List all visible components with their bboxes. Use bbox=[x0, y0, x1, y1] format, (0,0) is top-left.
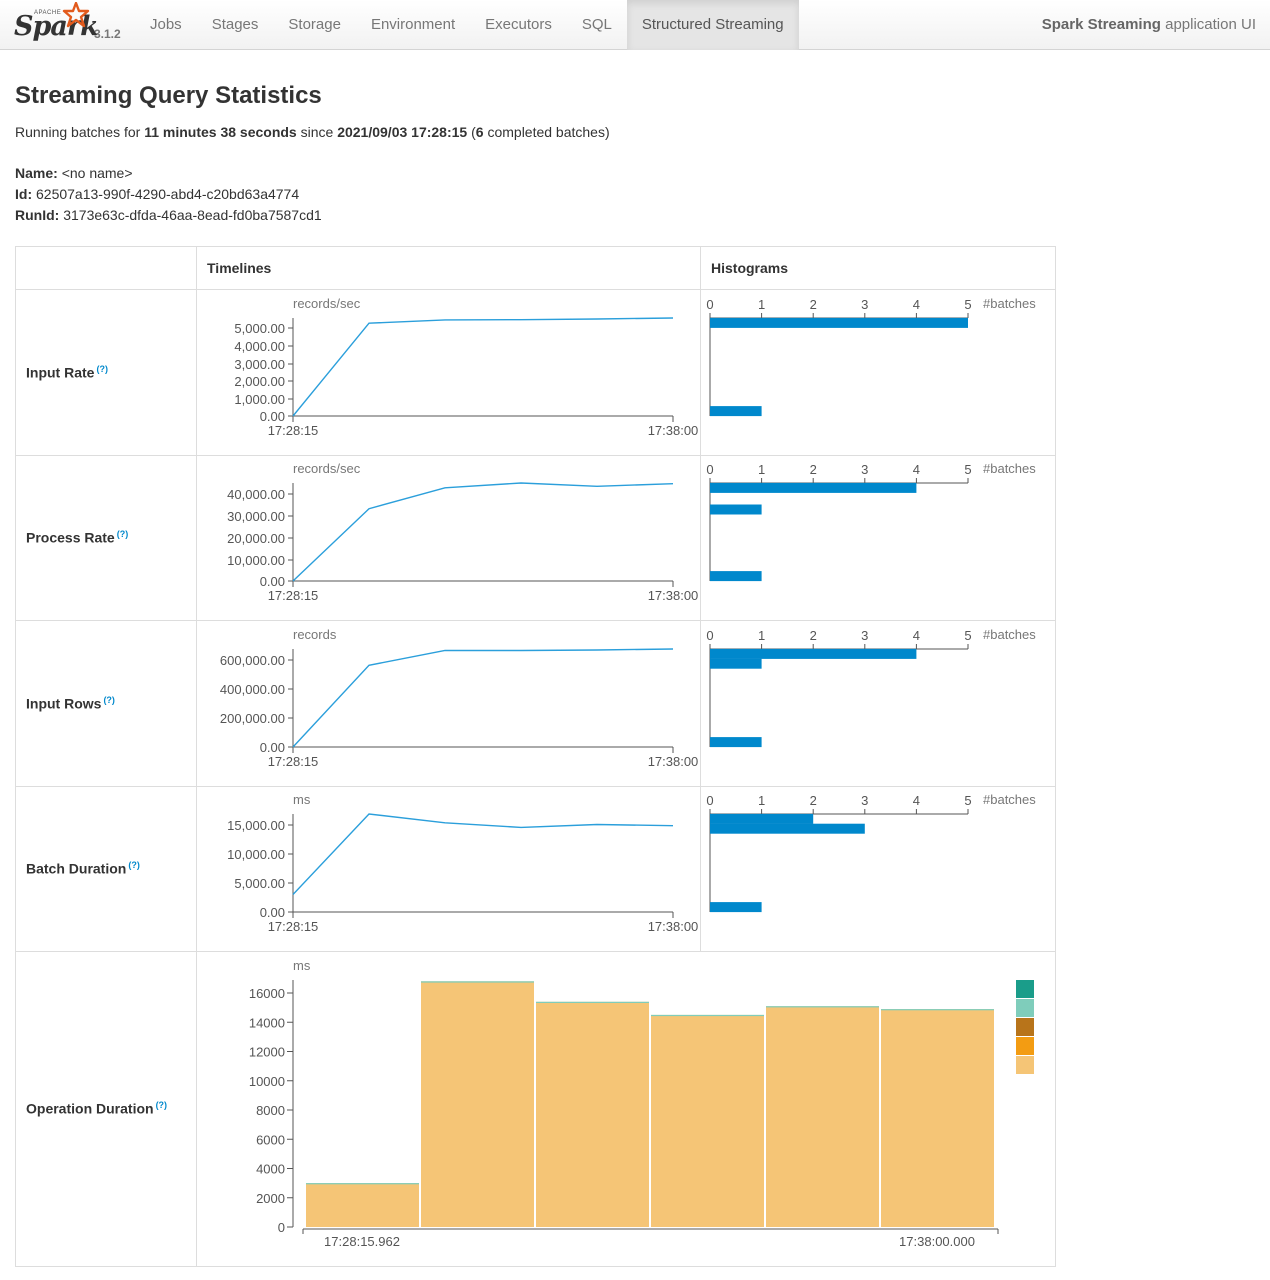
batch-duration-label: Batch Duration bbox=[26, 860, 127, 877]
row-label-process-rate: Process Rate (?) bbox=[26, 529, 128, 546]
row-label-input-rate: Input Rate (?) bbox=[26, 364, 108, 381]
run-summary: Running batches for 11 minutes 38 second… bbox=[15, 124, 610, 140]
name-value: <no name> bbox=[61, 165, 133, 181]
row-divider bbox=[16, 786, 1055, 787]
process-rate-label: Process Rate bbox=[26, 529, 115, 546]
app-name: Spark Streaming bbox=[1041, 16, 1161, 33]
nav-environment[interactable]: Environment bbox=[356, 0, 470, 50]
name-label: Name: bbox=[15, 165, 58, 181]
histograms-header: Histograms bbox=[711, 260, 789, 276]
operation-duration-label: Operation Duration bbox=[26, 1100, 154, 1117]
stats-table: Timelines Histograms Input Rate (?) Proce… bbox=[15, 246, 1056, 1267]
summary-since: since bbox=[300, 124, 334, 140]
query-name: Name: <no name> bbox=[15, 165, 133, 181]
nav-executors[interactable]: Executors bbox=[470, 0, 567, 50]
id-label: Id: bbox=[15, 186, 33, 202]
input-rate-label: Input Rate bbox=[26, 364, 95, 381]
summary-duration: 11 minutes 38 seconds bbox=[144, 124, 297, 140]
summary-completed-count: 6 bbox=[475, 124, 484, 140]
app-title: Spark Streaming application UI bbox=[1042, 0, 1256, 49]
col-divider bbox=[700, 247, 701, 952]
input-rows-label: Input Rows bbox=[26, 695, 102, 712]
timelines-header: Timelines bbox=[207, 260, 272, 276]
nav-sql[interactable]: SQL bbox=[567, 0, 627, 50]
row-divider bbox=[16, 951, 1055, 952]
summary-prefix: Running batches for bbox=[15, 124, 141, 140]
runid-value: 3173e63c-dfda-46aa-8ead-fd0ba7587cd1 bbox=[63, 207, 322, 223]
row-label-input-rows: Input Rows (?) bbox=[26, 695, 115, 712]
nav-storage[interactable]: Storage bbox=[273, 0, 356, 50]
help-icon[interactable]: (?) bbox=[128, 860, 140, 870]
runid-label: RunId: bbox=[15, 207, 60, 223]
query-id: Id: 62507a13-990f-4290-abd4-c20bd63a4774 bbox=[15, 186, 299, 202]
query-runid: RunId: 3173e63c-dfda-46aa-8ead-fd0ba7587… bbox=[15, 207, 322, 223]
summary-completed-suffix: completed batches) bbox=[487, 124, 610, 140]
id-value: 62507a13-990f-4290-abd4-c20bd63a4774 bbox=[36, 186, 300, 202]
row-label-batch-duration: Batch Duration (?) bbox=[26, 860, 140, 877]
row-divider bbox=[16, 620, 1055, 621]
app-suffix: application UI bbox=[1165, 16, 1256, 33]
row-divider bbox=[16, 289, 1055, 290]
summary-since-time: 2021/09/03 17:28:15 bbox=[337, 124, 468, 140]
help-icon[interactable]: (?) bbox=[156, 1100, 168, 1110]
nav-jobs[interactable]: Jobs bbox=[135, 0, 197, 50]
page-title: Streaming Query Statistics bbox=[15, 82, 322, 109]
help-icon[interactable]: (?) bbox=[103, 695, 115, 705]
top-navbar: APACHE Spark 3.1.2 Jobs Stages Storage E… bbox=[0, 0, 1270, 50]
spark-star-icon bbox=[62, 2, 90, 28]
col-divider bbox=[196, 247, 197, 1266]
nav-menu: Jobs Stages Storage Environment Executor… bbox=[135, 0, 799, 50]
nav-structured-streaming[interactable]: Structured Streaming bbox=[626, 0, 799, 50]
row-divider bbox=[16, 455, 1055, 456]
help-icon[interactable]: (?) bbox=[117, 529, 129, 539]
help-icon[interactable]: (?) bbox=[96, 364, 108, 374]
spark-logo[interactable]: APACHE Spark 3.1.2 bbox=[12, 2, 127, 46]
row-label-operation-duration: Operation Duration (?) bbox=[26, 1100, 167, 1117]
spark-version: 3.1.2 bbox=[94, 27, 121, 41]
nav-stages[interactable]: Stages bbox=[197, 0, 274, 50]
